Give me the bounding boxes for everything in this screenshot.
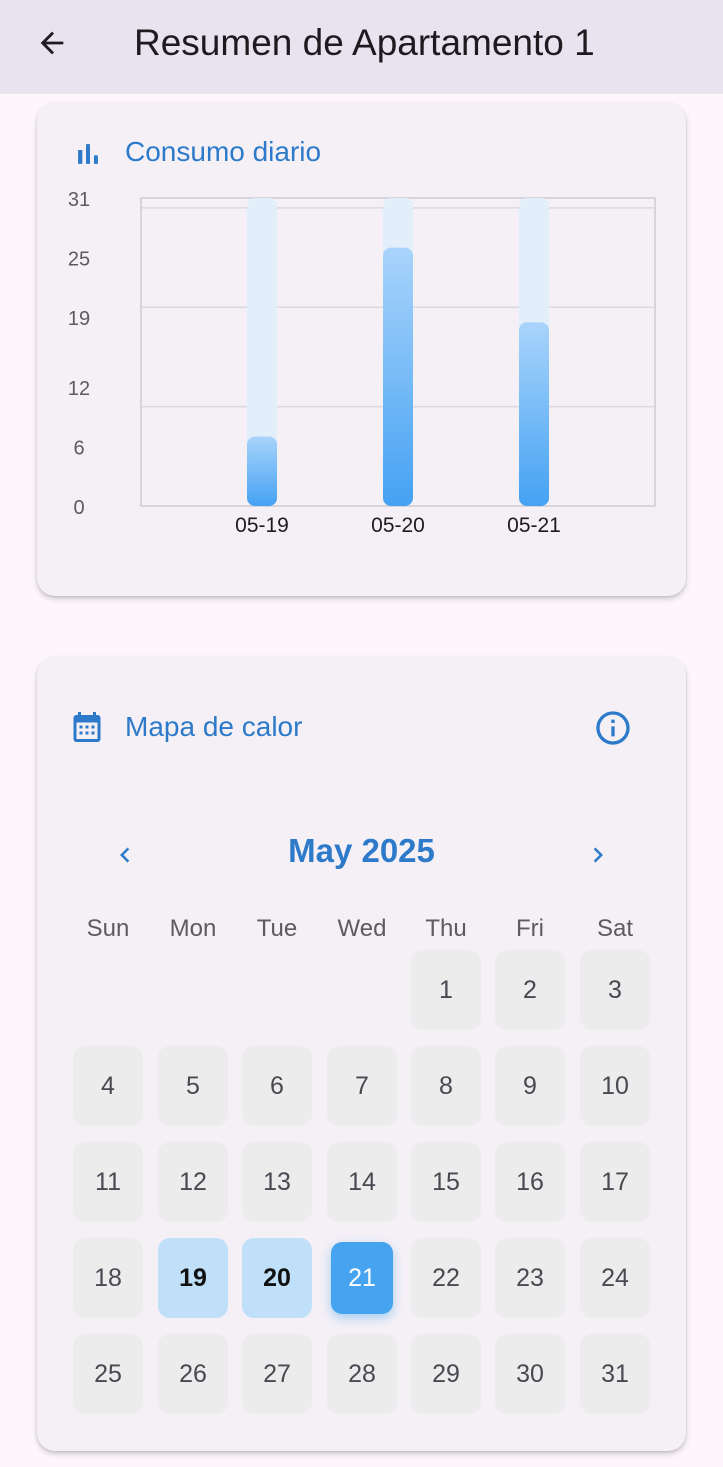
info-button[interactable] [592, 707, 634, 749]
x-tick-label: 05-19 [235, 514, 289, 537]
bar [383, 247, 413, 506]
calendar-day[interactable]: 30 [495, 1334, 565, 1414]
weekday-label: Mon [169, 915, 217, 942]
calendar-icon [73, 712, 101, 742]
bar [247, 436, 277, 506]
weekday-label: Wed [337, 915, 387, 942]
calendar-day[interactable]: 3 [580, 950, 650, 1030]
y-tick-label: 0 [73, 497, 84, 519]
y-tick-label: 19 [68, 308, 90, 330]
calendar-day[interactable]: 23 [495, 1238, 565, 1318]
calendar-day[interactable]: 15 [411, 1142, 481, 1222]
daily-consumption-chart: 0 6 12 19 25 31 05-19 05-20 05-21 [68, 189, 656, 537]
calendar-day[interactable]: 11 [73, 1142, 143, 1222]
y-tick-label: 25 [68, 249, 90, 271]
calendar-day[interactable]: 16 [495, 1142, 565, 1222]
calendar-day[interactable]: 28 [327, 1334, 397, 1414]
y-tick-label: 6 [73, 437, 84, 459]
calendar-day[interactable]: 18 [73, 1238, 143, 1318]
app-bar: Resumen de Apartamento 1 [0, 0, 723, 94]
calendar-day[interactable]: 6 [242, 1046, 312, 1126]
weekday-label: Fri [516, 915, 544, 942]
calendar-day[interactable]: 14 [327, 1142, 397, 1222]
weekday-label: Sun [86, 915, 130, 942]
y-tick-label: 12 [68, 378, 90, 400]
heatmap-card: Mapa de calor May 2025 Sun Mon Tue Wed Thu Fr… [37, 657, 686, 1451]
calendar-day[interactable]: 26 [158, 1334, 228, 1414]
daily-consumption-card: Consumo diario 0 6 12 19 25 31 05-19 05-20 05-21 [37, 103, 686, 596]
weekday-label: Thu [425, 915, 467, 942]
calendar-day[interactable]: 5 [158, 1046, 228, 1126]
x-tick-label: 05-20 [371, 514, 425, 537]
calendar-day[interactable]: 10 [580, 1046, 650, 1126]
bar [519, 322, 549, 506]
heatmap-title: Mapa de calor [125, 711, 303, 742]
calendar-day[interactable]: 25 [73, 1334, 143, 1414]
y-tick-label: 31 [68, 189, 90, 211]
calendar-day[interactable]: 29 [411, 1334, 481, 1414]
calendar-day[interactable]: 27 [242, 1334, 312, 1414]
info-icon [596, 711, 630, 745]
calendar-day[interactable]: 12 [158, 1142, 228, 1222]
calendar-day[interactable]: 13 [242, 1142, 312, 1222]
calendar-day[interactable]: 19 [158, 1238, 228, 1318]
arrow-left-icon [40, 31, 64, 55]
page-title: Resumen de Apartamento 1 [134, 22, 595, 63]
calendar-day[interactable]: 1 [411, 950, 481, 1030]
calendar-day[interactable]: 24 [580, 1238, 650, 1318]
chevron-right-icon [593, 847, 603, 863]
calendar-day[interactable]: 9 [495, 1046, 565, 1126]
weekday-label: Sat [596, 915, 634, 942]
weekday-label: Tue [256, 915, 298, 942]
calendar-day[interactable]: 31 [580, 1334, 650, 1414]
calendar-day[interactable]: 22 [411, 1238, 481, 1318]
x-tick-label: 05-21 [507, 514, 561, 537]
next-month-button[interactable] [580, 835, 616, 875]
calendar-day[interactable]: 2 [495, 950, 565, 1030]
calendar-day[interactable]: 20 [242, 1238, 312, 1318]
calendar-day[interactable]: 7 [327, 1046, 397, 1126]
calendar-day-selected[interactable]: 21 [331, 1242, 393, 1314]
calendar-day[interactable]: 17 [580, 1142, 650, 1222]
calendar-day[interactable]: 8 [411, 1046, 481, 1126]
calendar-day[interactable]: 4 [73, 1046, 143, 1126]
back-button[interactable] [22, 18, 82, 68]
